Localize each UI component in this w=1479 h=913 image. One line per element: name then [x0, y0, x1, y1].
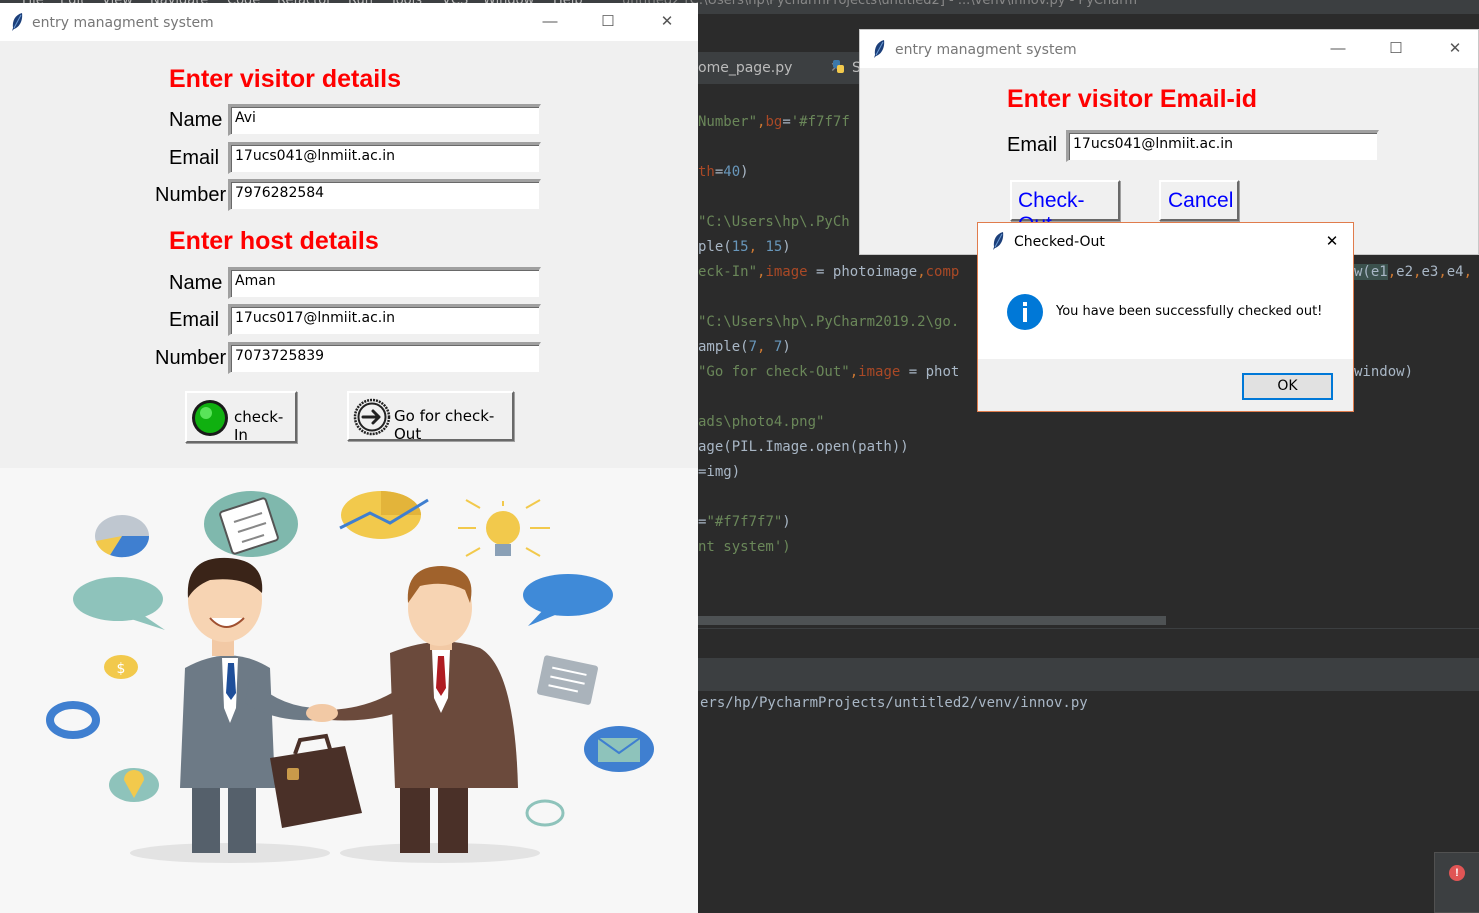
code-right-line-1: w(e1,e2,e3,e4, — [1354, 264, 1473, 280]
dialog-message: You have been successfully checked out! — [1056, 304, 1323, 319]
code-line: Number",bg='#f7f7f — [698, 114, 850, 130]
check-in-label: check-In — [234, 408, 284, 444]
visitor-name-field[interactable]: Avi — [228, 104, 541, 136]
checkout-window-title: entry managment system — [895, 42, 1077, 58]
go-for-check-out-button[interactable]: Go for check-Out — [347, 391, 514, 443]
minimize-button[interactable]: — — [1327, 38, 1349, 60]
ide-panel-separator — [698, 628, 1479, 658]
host-email-label: Email — [169, 309, 220, 331]
cancel-label: Cancel — [1168, 189, 1234, 212]
form-area: Enter visitor details Name Avi Email 17u… — [0, 41, 698, 468]
tk-feather-icon — [10, 12, 24, 32]
code-line: "Go for check-Out",image = phot — [698, 364, 960, 380]
code-line: ads\photo4.png" — [698, 414, 825, 430]
code-right-line-2: window) — [1354, 364, 1414, 380]
svg-text:$: $ — [117, 661, 126, 677]
host-email-field[interactable]: 17ucs017@lnmiit.ac.in — [228, 304, 541, 336]
host-number-label: Number — [155, 347, 227, 369]
main-window-title: entry managment system — [32, 15, 214, 31]
visitor-email-label: Email — [169, 147, 220, 169]
ide-title-path: untitled2 [C:\Users\hp\PycharmProjects\u… — [622, 0, 1137, 8]
visitor-email-field[interactable]: 17ucs041@lnmiit.ac.in — [228, 142, 541, 174]
ok-button[interactable]: OK — [1242, 373, 1333, 400]
check-in-button[interactable]: check-In — [185, 391, 297, 444]
main-window: entry managment system — ☐ ✕ Enter visit… — [0, 3, 698, 913]
code-line: "C:\Users\hp\.PyCh — [698, 214, 850, 230]
close-button[interactable]: ✕ — [656, 11, 678, 33]
ide-tab-home-page[interactable]: ome_page.py — [698, 60, 792, 76]
arrow-right-circle-icon — [353, 398, 391, 436]
checkout-email-label: Email — [1007, 134, 1058, 156]
dialog-title: Checked-Out — [1014, 234, 1105, 250]
maximize-button[interactable]: ☐ — [597, 11, 619, 33]
error-notification[interactable]: ! — [1434, 852, 1479, 913]
python-file-icon — [832, 59, 846, 73]
info-icon — [1006, 293, 1044, 331]
host-name-label: Name — [169, 272, 223, 294]
green-circle-icon — [191, 399, 229, 437]
checkout-heading: Enter visitor Email-id — [1007, 85, 1258, 113]
console-path-text: ers/hp/PycharmProjects/untitled2/venv/in… — [700, 695, 1088, 711]
run-console — [698, 691, 1479, 913]
host-number-field[interactable]: 7073725839 — [228, 342, 541, 374]
close-button[interactable]: ✕ — [1321, 231, 1343, 253]
main-window-titlebar: entry managment system — ☐ ✕ — [0, 3, 698, 41]
visitor-number-field[interactable]: 7976282584 — [228, 179, 541, 211]
tk-feather-icon — [872, 39, 886, 59]
host-name-field[interactable]: Aman — [228, 267, 541, 299]
cancel-button[interactable]: Cancel — [1159, 180, 1239, 221]
code-line: nt system') — [698, 539, 791, 555]
check-out-button[interactable]: Check-Out — [1010, 180, 1120, 236]
error-icon: ! — [1449, 865, 1465, 881]
dialog-titlebar: Checked-Out ✕ — [978, 223, 1353, 261]
code-line: ample(7, 7) — [698, 339, 791, 355]
handshake-illustration: $ — [0, 468, 698, 913]
code-line: age(PIL.Image.open(path)) — [698, 439, 909, 455]
code-line: th=40) — [698, 164, 749, 180]
horizontal-scrollbar[interactable] — [698, 616, 1166, 625]
run-panel-toolbar — [698, 658, 1479, 691]
checkout-email-field[interactable]: 17ucs041@lnmiit.ac.in — [1066, 130, 1379, 162]
visitor-heading: Enter visitor details — [169, 65, 402, 93]
tk-feather-icon — [991, 231, 1005, 251]
code-line: ="#f7f7f7") — [698, 514, 791, 530]
minimize-button[interactable]: — — [539, 11, 561, 33]
code-line: "C:\Users\hp\.PyCharm2019.2\go. — [698, 314, 960, 330]
code-line: eck-In",image = photoimage,comp — [698, 264, 960, 280]
code-line: ple(15, 15) — [698, 239, 791, 255]
close-button[interactable]: ✕ — [1444, 38, 1466, 60]
maximize-button[interactable]: ☐ — [1385, 38, 1407, 60]
checked-out-dialog: Checked-Out ✕ You have been successfully… — [977, 222, 1354, 412]
checkout-window-titlebar: entry managment system — ☐ ✕ — [860, 30, 1478, 68]
visitor-name-label: Name — [169, 109, 223, 131]
dialog-body: You have been successfully checked out! — [978, 261, 1353, 359]
go-for-check-out-label: Go for check-Out — [394, 407, 495, 443]
host-heading: Enter host details — [169, 227, 379, 255]
business-handshake-image: $ — [46, 491, 654, 863]
visitor-number-label: Number — [155, 184, 227, 206]
code-line: =img) — [698, 464, 741, 480]
